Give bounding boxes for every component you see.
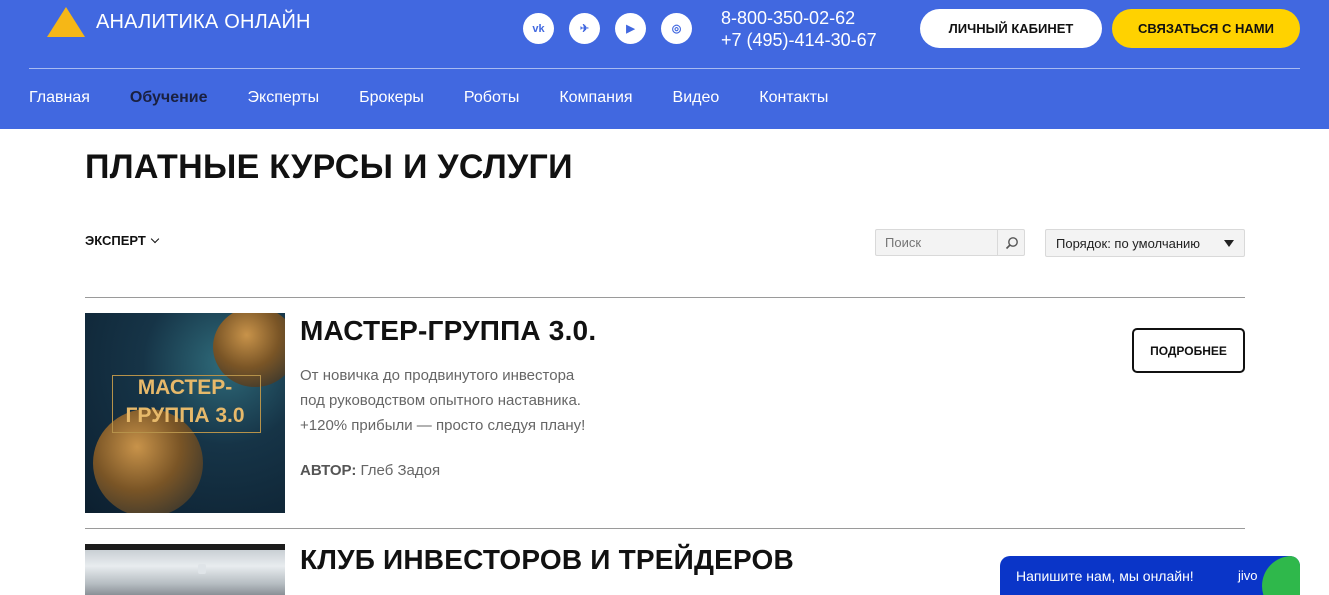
nav-item-video[interactable]: Видео xyxy=(673,89,720,107)
list-divider xyxy=(85,297,1245,298)
lamp-figure xyxy=(198,564,206,574)
dropdown-arrow-icon xyxy=(1224,240,1234,247)
course-image-caption-line: МАСТЕР- xyxy=(137,376,233,399)
logo-triangle-icon xyxy=(47,7,85,37)
page-title: ПЛАТНЫЕ КУРСЫ И УСЛУГИ xyxy=(85,148,573,186)
chat-widget[interactable]: Напишите нам, мы онлайн! jivo xyxy=(1000,556,1300,595)
telegram-icon[interactable]: ✈ xyxy=(569,13,600,44)
social-links: vk ✈ ▶ ◎ xyxy=(523,13,692,44)
jivo-logo: jivo xyxy=(1238,568,1258,583)
nav-item-contacts[interactable]: Контакты xyxy=(759,89,828,107)
list-divider xyxy=(85,528,1245,529)
chevron-down-icon xyxy=(150,234,160,243)
nav-item-experts[interactable]: Эксперты xyxy=(248,89,320,107)
chat-widget-text: Напишите нам, мы онлайн! xyxy=(1016,568,1194,584)
course-description: От новичка до продвинутого инвестора под… xyxy=(300,363,620,438)
course-author: АВТОР: Глеб Задоя xyxy=(300,462,440,479)
phone-tollfree[interactable]: 8-800-350-02-62 xyxy=(721,7,877,29)
course-description-line: +120% прибыли — просто следуя плану! xyxy=(300,417,586,434)
course-image-caption: МАСТЕР- ГРУППА 3.0 xyxy=(85,374,285,430)
personal-cabinet-button[interactable]: ЛИЧНЫЙ КАБИНЕТ xyxy=(920,9,1102,48)
nav-item-home[interactable]: Главная xyxy=(29,89,90,107)
contact-us-button[interactable]: СВЯЗАТЬСЯ С НАМИ xyxy=(1112,9,1300,48)
more-details-button[interactable]: ПОДРОБНЕЕ xyxy=(1132,328,1245,373)
course-title[interactable]: КЛУБ ИНВЕСТОРОВ И ТРЕЙДЕРОВ xyxy=(300,544,794,576)
course-image-master-group[interactable]: МАСТЕР- ГРУППА 3.0 xyxy=(85,313,285,513)
course-description-line: От новичка до продвинутого инвестора xyxy=(300,367,575,384)
logo-text: АНАЛИТИКА ОНЛАЙН xyxy=(96,10,311,33)
search-button[interactable] xyxy=(997,230,1025,255)
nav-item-education[interactable]: Обучение xyxy=(130,89,208,107)
nav-item-robots[interactable]: Роботы xyxy=(464,89,519,107)
search-icon xyxy=(1005,236,1018,249)
phone-numbers: 8-800-350-02-62 +7 (495)-414-30-67 xyxy=(721,7,877,51)
vk-icon[interactable]: vk xyxy=(523,13,554,44)
expert-filter-label: ЭКСПЕРТ xyxy=(85,233,146,248)
chat-status-indicator xyxy=(1262,556,1300,595)
nav-item-brokers[interactable]: Брокеры xyxy=(359,89,424,107)
expert-filter-dropdown[interactable]: ЭКСПЕРТ xyxy=(85,233,160,248)
phone-moscow[interactable]: +7 (495)-414-30-67 xyxy=(721,29,877,51)
instagram-icon[interactable]: ◎ xyxy=(661,13,692,44)
author-label: АВТОР: xyxy=(300,462,357,479)
youtube-icon[interactable]: ▶ xyxy=(615,13,646,44)
logo[interactable]: АНАЛИТИКА ОНЛАЙН xyxy=(47,7,311,37)
course-image-investors-club[interactable] xyxy=(85,544,285,595)
nav-item-company[interactable]: Компания xyxy=(559,89,632,107)
main-nav: Главная Обучение Эксперты Брокеры Роботы… xyxy=(29,89,868,107)
sort-selected-value: Порядок: по умолчанию xyxy=(1056,235,1201,251)
site-header: АНАЛИТИКА ОНЛАЙН vk ✈ ▶ ◎ 8-800-350-02-6… xyxy=(0,0,1329,129)
header-divider xyxy=(29,68,1300,69)
course-description-line: под руководством опытного наставника. xyxy=(300,392,581,409)
sort-select[interactable]: Порядок: по умолчанию xyxy=(1045,229,1245,257)
course-title[interactable]: МАСТЕР-ГРУППА 3.0. xyxy=(300,315,596,347)
search-box xyxy=(875,229,1025,256)
author-name: Глеб Задоя xyxy=(356,462,441,479)
search-input[interactable] xyxy=(876,230,998,255)
course-image-caption-line: ГРУППА 3.0 xyxy=(125,404,245,427)
